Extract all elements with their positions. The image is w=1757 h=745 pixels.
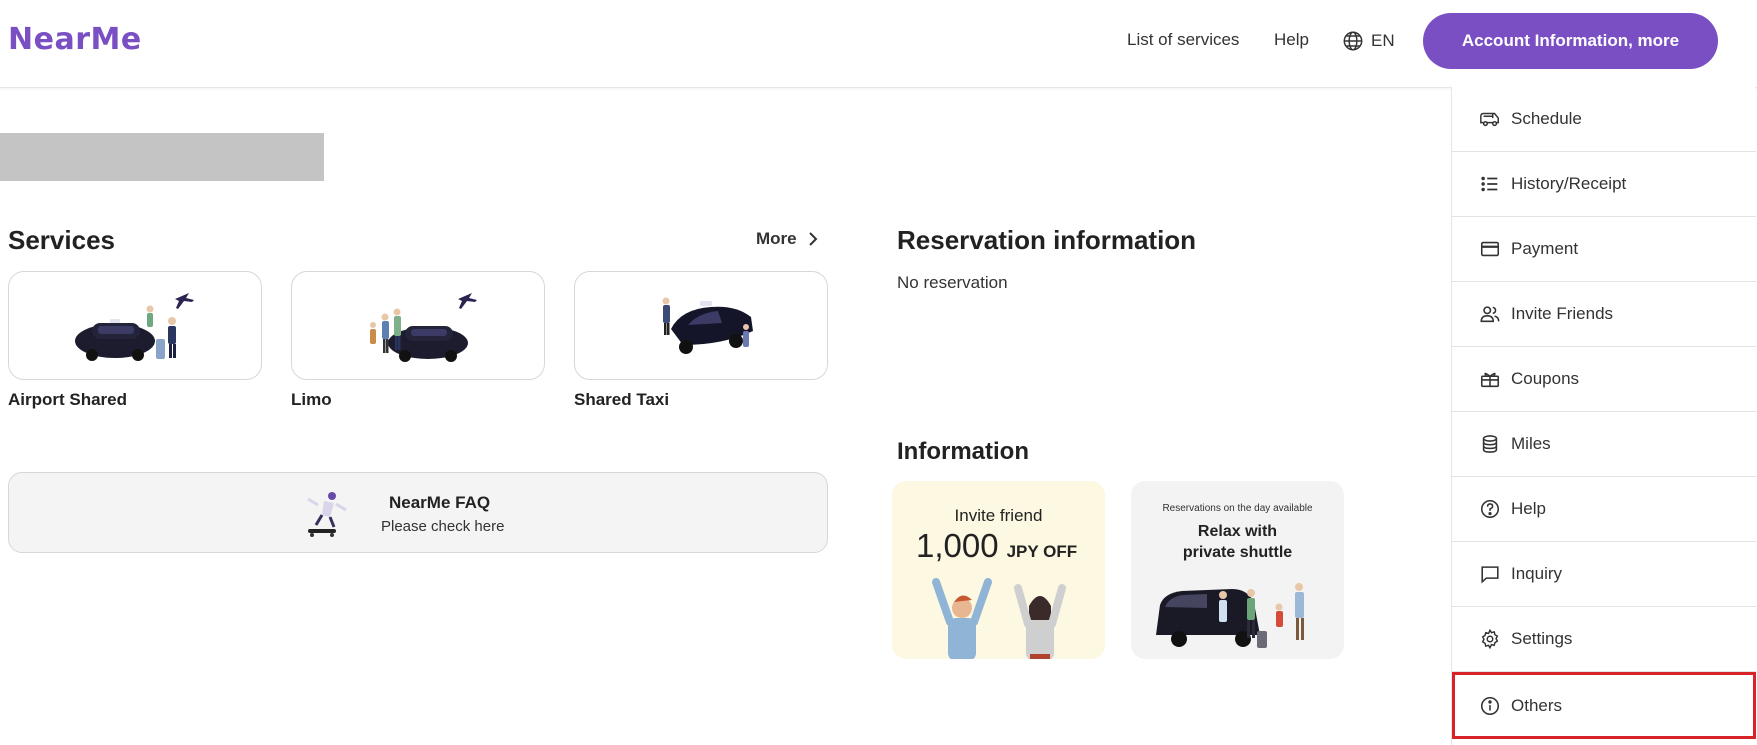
reservation-title: Reservation information — [897, 225, 1197, 255]
banner-relax-line1: Relax with — [1197, 523, 1278, 540]
information-title: Information — [897, 438, 1029, 465]
coins-icon — [1482, 435, 1498, 453]
menu-item-payment[interactable]: Payment — [1452, 217, 1756, 282]
menu-label-others: Others — [1511, 695, 1563, 715]
coupon-icon — [1480, 372, 1500, 388]
more-label: More — [756, 229, 797, 248]
info-icon — [1480, 696, 1500, 715]
service-card-airport-shared[interactable] — [8, 271, 262, 380]
account-dropdown-menu: Schedule History/Receipt Payment Invite … — [1451, 87, 1756, 745]
placeholder-banner — [0, 133, 324, 181]
banner-relax-line2: private shuttle — [1182, 544, 1293, 561]
menu-label-invite-friends: Invite Friends — [1511, 304, 1614, 323]
shared-taxi-illustration — [662, 297, 753, 354]
menu-label-history-receipt: History/Receipt — [1511, 174, 1627, 193]
menu-label-help: Help — [1511, 499, 1546, 518]
chevron-right-icon — [808, 232, 818, 246]
service-card-shared-taxi[interactable] — [574, 271, 828, 380]
menu-item-others[interactable]: Others — [1452, 672, 1756, 739]
nav-help[interactable]: Help — [1274, 30, 1309, 50]
invite-friend-banner[interactable]: Invite friend 1,000 JPY OFF — [892, 481, 1105, 659]
banner-discount: 1,000 JPY OFF — [916, 527, 1077, 565]
celebrating-people-illustration — [932, 578, 1066, 659]
menu-item-invite-friends[interactable]: Invite Friends — [1452, 282, 1756, 347]
shuttle-group-illustration — [1156, 583, 1304, 648]
shuttle-icon — [1480, 112, 1499, 127]
menu-label-miles: Miles — [1511, 434, 1551, 453]
menu-label-schedule: Schedule — [1511, 109, 1582, 128]
services-title: Services — [8, 225, 115, 255]
banner-discount-amount: 1,000 — [916, 527, 999, 564]
banner-same-day-text: Reservations on the day available — [1162, 503, 1313, 514]
menu-item-settings[interactable]: Settings — [1452, 607, 1756, 672]
nav-list-of-services[interactable]: List of services — [1127, 30, 1239, 50]
menu-item-history-receipt[interactable]: History/Receipt — [1452, 152, 1756, 217]
chat-icon — [1481, 566, 1499, 584]
credit-card-icon — [1480, 241, 1500, 257]
service-label-airport-shared[interactable]: Airport Shared — [8, 390, 127, 410]
nearme-logo[interactable]: NearMe — [8, 22, 142, 57]
faq-subtitle: Please check here — [381, 518, 505, 535]
private-shuttle-banner[interactable]: Reservations on the day available Relax … — [1131, 481, 1344, 659]
banner-invite-text: Invite friend — [954, 506, 1043, 525]
menu-label-coupons: Coupons — [1511, 369, 1580, 388]
menu-item-miles[interactable]: Miles — [1452, 412, 1756, 477]
menu-item-help[interactable]: Help — [1452, 477, 1756, 542]
language-selector[interactable]: EN — [1342, 30, 1395, 52]
airport-shared-illustration — [75, 292, 194, 361]
menu-label-payment: Payment — [1511, 239, 1579, 258]
header: NearMe List of services Help EN Account … — [0, 0, 1757, 88]
list-icon — [1481, 176, 1498, 192]
skateboarder-illustration — [307, 492, 347, 537]
banner-discount-unit: JPY OFF — [1006, 542, 1078, 561]
faq-title: NearMe FAQ — [389, 493, 491, 512]
faq-card[interactable]: NearMe FAQ Please check here — [8, 472, 828, 553]
globe-icon — [1343, 31, 1363, 51]
menu-item-inquiry[interactable]: Inquiry — [1452, 542, 1756, 607]
menu-label-inquiry: Inquiry — [1511, 564, 1563, 583]
service-card-limo[interactable] — [291, 271, 545, 380]
gear-icon — [1481, 628, 1499, 650]
limo-illustration — [370, 292, 477, 362]
service-label-shared-taxi[interactable]: Shared Taxi — [574, 390, 669, 410]
service-label-limo[interactable]: Limo — [291, 390, 332, 410]
question-icon — [1480, 499, 1500, 519]
menu-item-coupons[interactable]: Coupons — [1452, 347, 1756, 412]
reservation-status: No reservation — [897, 273, 1008, 292]
services-more-link[interactable]: More — [756, 229, 819, 249]
users-icon — [1480, 306, 1500, 323]
menu-label-settings: Settings — [1511, 629, 1573, 648]
menu-item-schedule[interactable]: Schedule — [1452, 87, 1756, 152]
language-label: EN — [1371, 31, 1395, 50]
account-information-button[interactable]: Account Information, more — [1423, 13, 1718, 69]
